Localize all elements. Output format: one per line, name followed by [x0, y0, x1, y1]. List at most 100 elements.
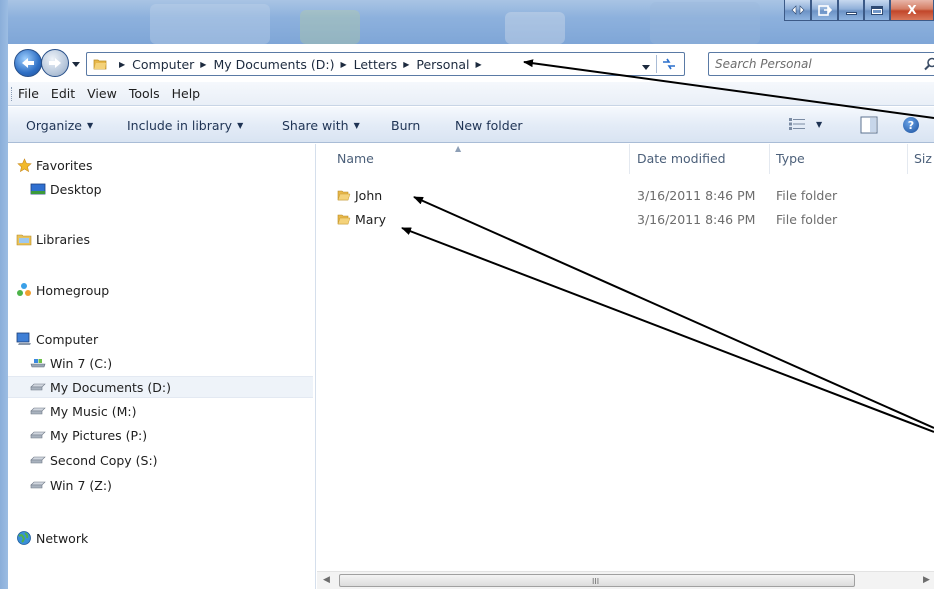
- change-view-button[interactable]: ▼: [788, 117, 822, 131]
- recent-pages-dropdown[interactable]: [72, 57, 80, 71]
- chevron-down-icon: [72, 62, 80, 67]
- new-folder-button[interactable]: New folder: [455, 118, 523, 133]
- folder-icon: [337, 188, 351, 205]
- organize-button[interactable]: Organize ▼: [26, 118, 93, 133]
- maximize-button[interactable]: [864, 0, 890, 21]
- breadcrumb-item-letters[interactable]: ▶ Letters: [334, 57, 397, 72]
- menu-file[interactable]: File: [18, 86, 39, 101]
- minimize-icon: [845, 12, 857, 15]
- navigation-row: ▶ Computer ▶ My Documents (D:) ▶ Letters ▶ P…: [8, 44, 934, 82]
- column-header-date-modified[interactable]: Date modified: [637, 151, 726, 166]
- nav-item-favorites[interactable]: Favorites: [8, 154, 313, 176]
- nav-item-computer[interactable]: Computer: [8, 328, 313, 350]
- menu-edit[interactable]: Edit: [51, 86, 75, 101]
- include-in-library-button[interactable]: Include in library ▼: [127, 118, 243, 133]
- share-with-button[interactable]: Share with ▼: [282, 118, 360, 133]
- breadcrumb-separator-icon[interactable]: ▶: [119, 60, 125, 69]
- minimize-button[interactable]: [838, 0, 864, 21]
- address-bar[interactable]: ▶ Computer ▶ My Documents (D:) ▶ Letters ▶ P…: [86, 52, 685, 76]
- chevron-down-icon: ▼: [353, 121, 360, 130]
- include-in-library-label: Include in library: [127, 118, 233, 133]
- column-header-name[interactable]: Name: [337, 151, 374, 166]
- homegroup-icon: [16, 282, 32, 298]
- breadcrumb-item-computer[interactable]: ▶ Computer: [113, 57, 194, 72]
- file-type: File folder: [776, 188, 838, 203]
- nav-item-homegroup[interactable]: Homegroup: [8, 279, 313, 301]
- refresh-button[interactable]: [656, 55, 680, 73]
- breadcrumb-separator-icon[interactable]: ▶: [200, 60, 206, 69]
- horizontal-scrollbar[interactable]: ◀ III ▶: [317, 571, 934, 589]
- desktop-icon: [30, 181, 46, 197]
- nav-item-network[interactable]: Network: [8, 527, 313, 549]
- star-icon: [16, 157, 32, 173]
- nav-item-drive-s[interactable]: Second Copy (S:): [8, 449, 313, 471]
- column-header-type[interactable]: Type: [776, 151, 805, 166]
- hard-drive-icon: [30, 427, 46, 443]
- nav-item-label: Win 7 (C:): [50, 355, 113, 371]
- refresh-icon: [662, 58, 675, 70]
- file-row-john[interactable]: John 3/16/2011 8:46 PM File folder: [317, 184, 934, 208]
- scroll-left-icon[interactable]: ◀: [323, 575, 330, 585]
- nav-item-desktop[interactable]: Desktop: [8, 178, 313, 200]
- restore-window-button[interactable]: [811, 0, 838, 21]
- breadcrumb-separator-icon[interactable]: ▶: [340, 60, 346, 69]
- command-bar: Organize ▼ Include in library ▼ Share with…: [8, 107, 934, 143]
- details-view-icon: [789, 118, 805, 130]
- nav-item-drive-d[interactable]: My Documents (D:): [8, 376, 313, 398]
- switch-window-button[interactable]: [784, 0, 811, 21]
- nav-item-drive-z[interactable]: Win 7 (Z:): [8, 474, 313, 496]
- help-icon: ?: [907, 118, 915, 132]
- help-button[interactable]: ?: [903, 117, 919, 133]
- scroll-right-icon[interactable]: ▶: [923, 575, 930, 585]
- preview-pane-button[interactable]: [860, 116, 878, 137]
- folder-icon: [337, 212, 351, 229]
- nav-item-drive-c[interactable]: Win 7 (C:): [8, 352, 313, 374]
- nav-item-label: Homegroup: [36, 282, 110, 298]
- breadcrumb-separator-icon[interactable]: ▶: [403, 60, 409, 69]
- menu-view[interactable]: View: [87, 86, 117, 101]
- nav-item-drive-p[interactable]: My Pictures (P:): [8, 424, 313, 446]
- breadcrumb-separator-icon[interactable]: ▶: [476, 60, 482, 69]
- file-name: John: [355, 188, 383, 203]
- folder-icon: [93, 57, 107, 74]
- column-divider[interactable]: [907, 144, 908, 174]
- computer-icon: [16, 331, 32, 347]
- nav-item-label: Favorites: [36, 157, 93, 173]
- hard-drive-icon: [30, 452, 46, 468]
- breadcrumb: ▶ Computer ▶ My Documents (D:) ▶ Letters ▶ P…: [113, 53, 489, 75]
- menu-tools[interactable]: Tools: [129, 86, 160, 101]
- windows-drive-icon: [30, 355, 46, 371]
- search-box[interactable]: [708, 52, 934, 76]
- column-divider[interactable]: [629, 144, 630, 174]
- file-row-mary[interactable]: Mary 3/16/2011 8:46 PM File folder: [317, 208, 934, 232]
- close-button[interactable]: X: [890, 0, 934, 21]
- chevron-down-icon: ▼: [237, 121, 244, 130]
- chevron-down-icon: [642, 65, 650, 70]
- breadcrumb-item-my-documents[interactable]: ▶ My Documents (D:): [194, 57, 334, 72]
- forward-button[interactable]: [41, 49, 69, 77]
- title-bar[interactable]: X: [0, 0, 934, 44]
- breadcrumb-label: Letters: [353, 56, 398, 72]
- column-header-size[interactable]: Siz: [914, 151, 932, 166]
- chevron-down-icon[interactable]: ▼: [816, 120, 822, 129]
- preview-pane-icon: [860, 116, 878, 134]
- scrollbar-thumb[interactable]: III: [339, 574, 855, 587]
- menu-help[interactable]: Help: [172, 86, 201, 101]
- column-divider[interactable]: [769, 144, 770, 174]
- arrow-right-icon: [49, 58, 61, 68]
- burn-button[interactable]: Burn: [391, 118, 420, 133]
- network-icon: [16, 530, 32, 546]
- nav-item-drive-m[interactable]: My Music (M:): [8, 400, 313, 422]
- nav-item-label: Win 7 (Z:): [50, 477, 112, 493]
- chevron-down-icon: ▼: [87, 121, 94, 130]
- search-icon[interactable]: [924, 57, 934, 74]
- window-restore-icon: [817, 4, 832, 16]
- address-dropdown[interactable]: [642, 60, 650, 74]
- search-input[interactable]: [715, 56, 915, 72]
- back-button[interactable]: [14, 49, 42, 77]
- switch-arrows-icon: [791, 5, 804, 15]
- burn-label: Burn: [391, 118, 421, 133]
- breadcrumb-item-personal[interactable]: ▶ Personal ▶: [397, 57, 488, 72]
- nav-item-libraries[interactable]: Libraries: [8, 228, 313, 250]
- hard-drive-icon: [30, 403, 46, 419]
